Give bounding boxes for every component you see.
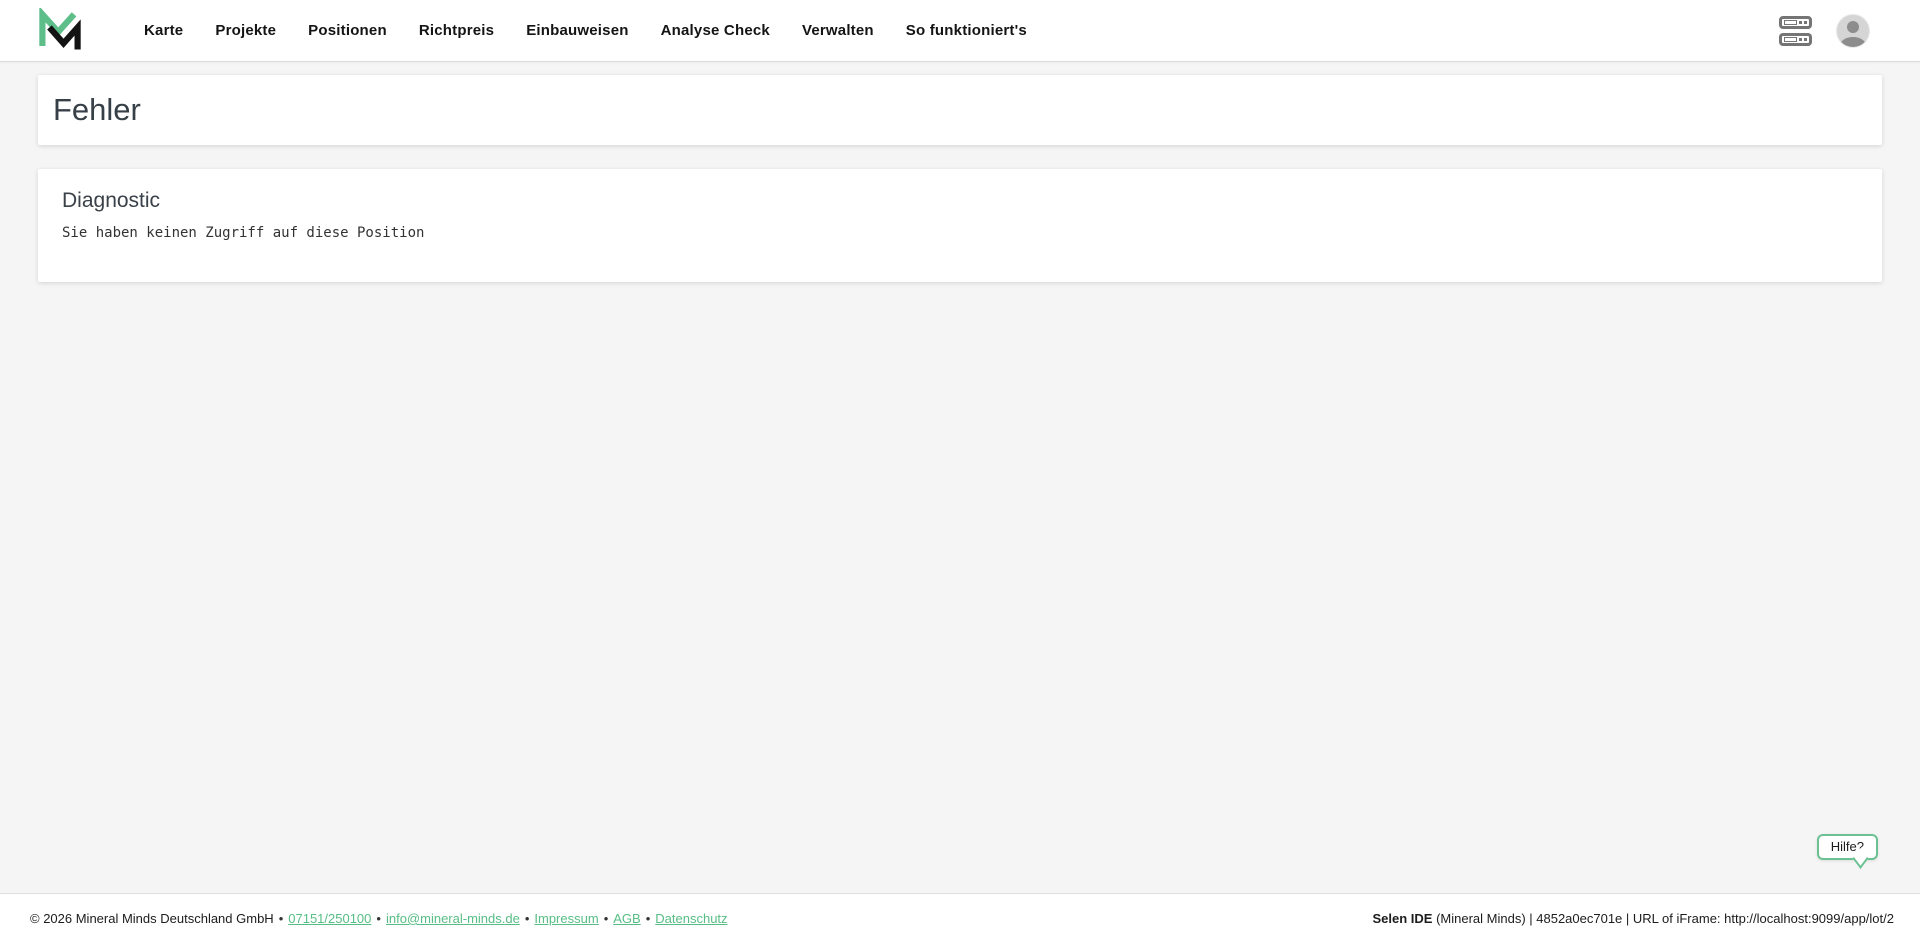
server-drawer-top	[1779, 15, 1812, 29]
main-nav: Karte Projekte Positionen Richtpreis Ein…	[128, 12, 1043, 49]
nav-item-verwalten[interactable]: Verwalten	[786, 12, 890, 49]
footer-separator: •	[376, 911, 381, 926]
server-dot	[1799, 37, 1802, 41]
server-drawer-bottom	[1779, 32, 1812, 46]
server-slot	[1784, 19, 1797, 25]
help-button-label: Hilfe?	[1830, 839, 1864, 854]
content-area: Fehler Diagnostic Sie haben keinen Zugri…	[0, 62, 1920, 893]
nav-item-so-funktionierts[interactable]: So funktioniert's	[890, 12, 1043, 49]
nav-item-positionen[interactable]: Positionen	[292, 12, 403, 49]
ide-name: Selen IDE	[1372, 911, 1433, 926]
server-dot	[1804, 37, 1807, 41]
page-title: Fehler	[53, 92, 141, 127]
footer-separator: •	[278, 911, 284, 926]
ide-info: (Mineral Minds) | 4852a0ec701e | URL of …	[1436, 911, 1894, 926]
nav-item-richtpreis[interactable]: Richtpreis	[403, 12, 510, 49]
nav-item-einbauweisen[interactable]: Einbauweisen	[510, 12, 644, 49]
footer-separator: •	[645, 911, 651, 926]
user-avatar-icon[interactable]	[1836, 13, 1870, 48]
server-icon[interactable]	[1779, 15, 1812, 46]
footer-separator: •	[524, 911, 530, 926]
agb-link[interactable]: AGB	[613, 911, 640, 926]
top-navbar: Karte Projekte Positionen Richtpreis Ein…	[0, 0, 1920, 62]
nav-item-karte[interactable]: Karte	[128, 12, 199, 49]
help-button[interactable]: Hilfe?	[1816, 834, 1878, 860]
footer-separator: •	[603, 911, 609, 926]
footer: © 2026 Mineral Minds Deutschland GmbH • …	[0, 893, 1920, 943]
server-dot	[1804, 20, 1807, 24]
phone-link[interactable]: 07151/250100	[288, 911, 371, 926]
email-link[interactable]: info@mineral-minds.de	[386, 911, 520, 926]
server-dot	[1799, 20, 1802, 24]
datenschutz-link[interactable]: Datenschutz	[655, 911, 727, 926]
server-slot	[1784, 36, 1797, 42]
footer-right: Selen IDE (Mineral Minds) | 4852a0ec701e…	[1372, 911, 1894, 926]
avatar-head	[1847, 20, 1859, 33]
logo-mm-icon	[39, 7, 81, 49]
mineral-minds-logo[interactable]	[38, 7, 84, 55]
error-title-card: Fehler	[38, 75, 1882, 145]
diagnostic-title: Diagnostic	[62, 189, 161, 212]
footer-left: © 2026 Mineral Minds Deutschland GmbH • …	[30, 911, 728, 926]
diagnostic-card: Diagnostic Sie haben keinen Zugriff auf …	[38, 169, 1882, 282]
nav-item-analyse-check[interactable]: Analyse Check	[645, 12, 786, 49]
avatar-shoulders	[1840, 36, 1866, 47]
diagnostic-message: Sie haben keinen Zugriff auf diese Posit…	[62, 225, 425, 241]
navbar-right-icons	[1779, 13, 1920, 48]
impressum-link[interactable]: Impressum	[534, 911, 598, 926]
nav-item-projekte[interactable]: Projekte	[199, 12, 292, 49]
copyright-text: © 2026 Mineral Minds Deutschland GmbH	[30, 911, 274, 926]
